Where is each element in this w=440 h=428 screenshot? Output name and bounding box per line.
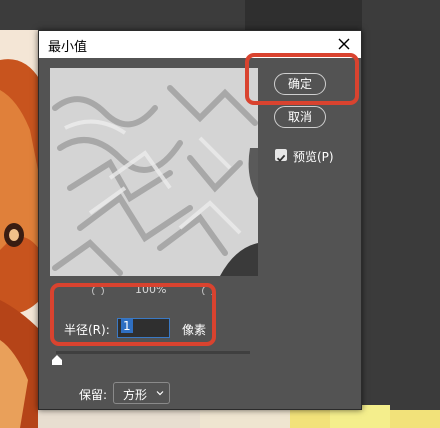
radius-slider-track[interactable] xyxy=(56,351,250,354)
preview-label: 预览(P) xyxy=(293,150,334,164)
chevron-down-icon xyxy=(156,391,164,396)
highlight-ok-button xyxy=(245,53,359,105)
preserve-select[interactable]: 方形 xyxy=(113,382,170,404)
preserve-label: 保留: xyxy=(79,388,108,402)
slider-thumb-icon[interactable] xyxy=(52,355,62,365)
preserve-value: 方形 xyxy=(123,388,148,402)
cancel-button[interactable]: 取消 xyxy=(274,106,326,128)
check-icon[interactable] xyxy=(275,149,287,162)
preview-image xyxy=(50,68,258,276)
filter-preview[interactable] xyxy=(50,68,258,276)
dialog-title: 最小值 xyxy=(48,40,88,55)
highlight-radius-field xyxy=(50,283,216,346)
close-icon[interactable] xyxy=(335,33,355,55)
